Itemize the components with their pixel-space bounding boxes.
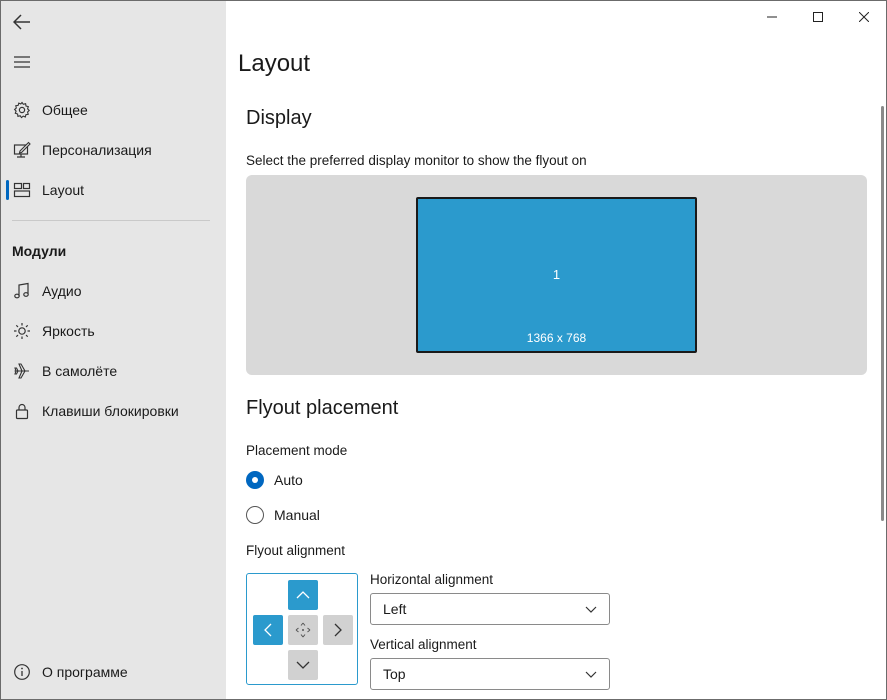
align-left-button[interactable] — [253, 615, 283, 645]
radio-auto[interactable]: Auto — [246, 469, 303, 491]
sidebar-item-about[interactable]: О программе — [1, 652, 226, 692]
hamburger-menu-button[interactable] — [9, 49, 35, 75]
sidebar: Общее Персонализация Layout Модули Аудио — [1, 1, 226, 699]
display-section-title: Display — [246, 107, 312, 129]
hamburger-icon — [14, 56, 30, 68]
maximize-button[interactable] — [795, 1, 841, 33]
chevron-left-icon — [264, 623, 272, 637]
radio-unchecked-indicator[interactable] — [246, 506, 264, 524]
back-arrow-icon — [13, 14, 30, 30]
dropdown-value: Left — [383, 601, 407, 617]
info-icon — [12, 662, 32, 682]
back-button[interactable] — [9, 9, 35, 35]
close-button[interactable] — [841, 1, 886, 33]
monitor-tile[interactable]: 1 1366 x 768 — [416, 197, 697, 353]
selection-indicator — [6, 180, 9, 200]
align-right-button[interactable] — [323, 615, 353, 645]
align-center-button[interactable] — [288, 615, 318, 645]
horizontal-alignment-dropdown[interactable]: Left — [370, 593, 610, 625]
app-window: Общее Персонализация Layout Модули Аудио — [0, 0, 887, 700]
layout-icon — [12, 180, 32, 200]
center-move-icon — [295, 622, 311, 638]
sidebar-item-label: В самолёте — [42, 363, 118, 379]
sidebar-item-label: Layout — [42, 182, 85, 198]
chevron-down-icon — [581, 599, 601, 619]
align-top-button[interactable] — [288, 580, 318, 610]
sidebar-item-label: Общее — [42, 102, 88, 118]
monitor-resolution: 1366 x 768 — [526, 331, 587, 345]
sidebar-item-label: О программе — [42, 664, 128, 680]
placement-section-title: Flyout placement — [246, 397, 399, 419]
sidebar-item-label: Персонализация — [42, 142, 152, 158]
dropdown-value: Top — [383, 666, 406, 682]
airplane-icon — [12, 361, 32, 381]
sidebar-item-lock-keys[interactable]: Клавиши блокировки — [1, 391, 226, 431]
alignment-pad — [246, 573, 358, 685]
sidebar-item-brightness[interactable]: Яркость — [1, 311, 226, 351]
sidebar-item-layout[interactable]: Layout — [1, 170, 226, 210]
chevron-down-icon — [581, 664, 601, 684]
chevron-down-icon — [296, 661, 310, 669]
monitor-selector: 1 1366 x 768 — [246, 175, 867, 375]
radio-label: Auto — [274, 472, 303, 488]
page-title: Layout — [238, 50, 311, 77]
minimize-button[interactable] — [749, 1, 795, 33]
monitor-number: 1 — [552, 267, 561, 282]
minimize-icon — [767, 16, 777, 18]
maximize-icon — [813, 12, 823, 22]
brightness-icon — [12, 321, 32, 341]
chevron-right-icon — [334, 623, 342, 637]
align-bottom-button[interactable] — [288, 650, 318, 680]
sidebar-item-label: Клавиши блокировки — [42, 403, 179, 419]
radio-checked-indicator[interactable] — [246, 471, 264, 489]
horizontal-alignment-label: Horizontal alignment — [370, 572, 494, 587]
gear-icon — [12, 100, 32, 120]
chevron-up-icon — [296, 591, 310, 599]
lock-icon — [12, 401, 32, 421]
vertical-alignment-label: Vertical alignment — [370, 637, 477, 652]
sidebar-item-airplane[interactable]: В самолёте — [1, 351, 226, 391]
radio-manual[interactable]: Manual — [246, 504, 320, 526]
sidebar-divider — [12, 220, 210, 221]
sidebar-item-audio[interactable]: Аудио — [1, 271, 226, 311]
flyout-alignment-label: Flyout alignment — [246, 543, 346, 558]
sidebar-item-general[interactable]: Общее — [1, 90, 226, 130]
personalize-icon — [12, 140, 32, 160]
modules-header: Модули — [12, 243, 67, 259]
close-icon — [859, 12, 869, 22]
sidebar-item-label: Яркость — [42, 323, 95, 339]
vertical-alignment-dropdown[interactable]: Top — [370, 658, 610, 690]
radio-label: Manual — [274, 507, 320, 523]
music-note-icon — [12, 281, 32, 301]
display-caption: Select the preferred display monitor to … — [246, 153, 587, 168]
placement-mode-label: Placement mode — [246, 443, 348, 458]
sidebar-item-label: Аудио — [42, 283, 82, 299]
sidebar-item-personalization[interactable]: Персонализация — [1, 130, 226, 170]
vertical-scrollbar[interactable] — [881, 106, 884, 521]
